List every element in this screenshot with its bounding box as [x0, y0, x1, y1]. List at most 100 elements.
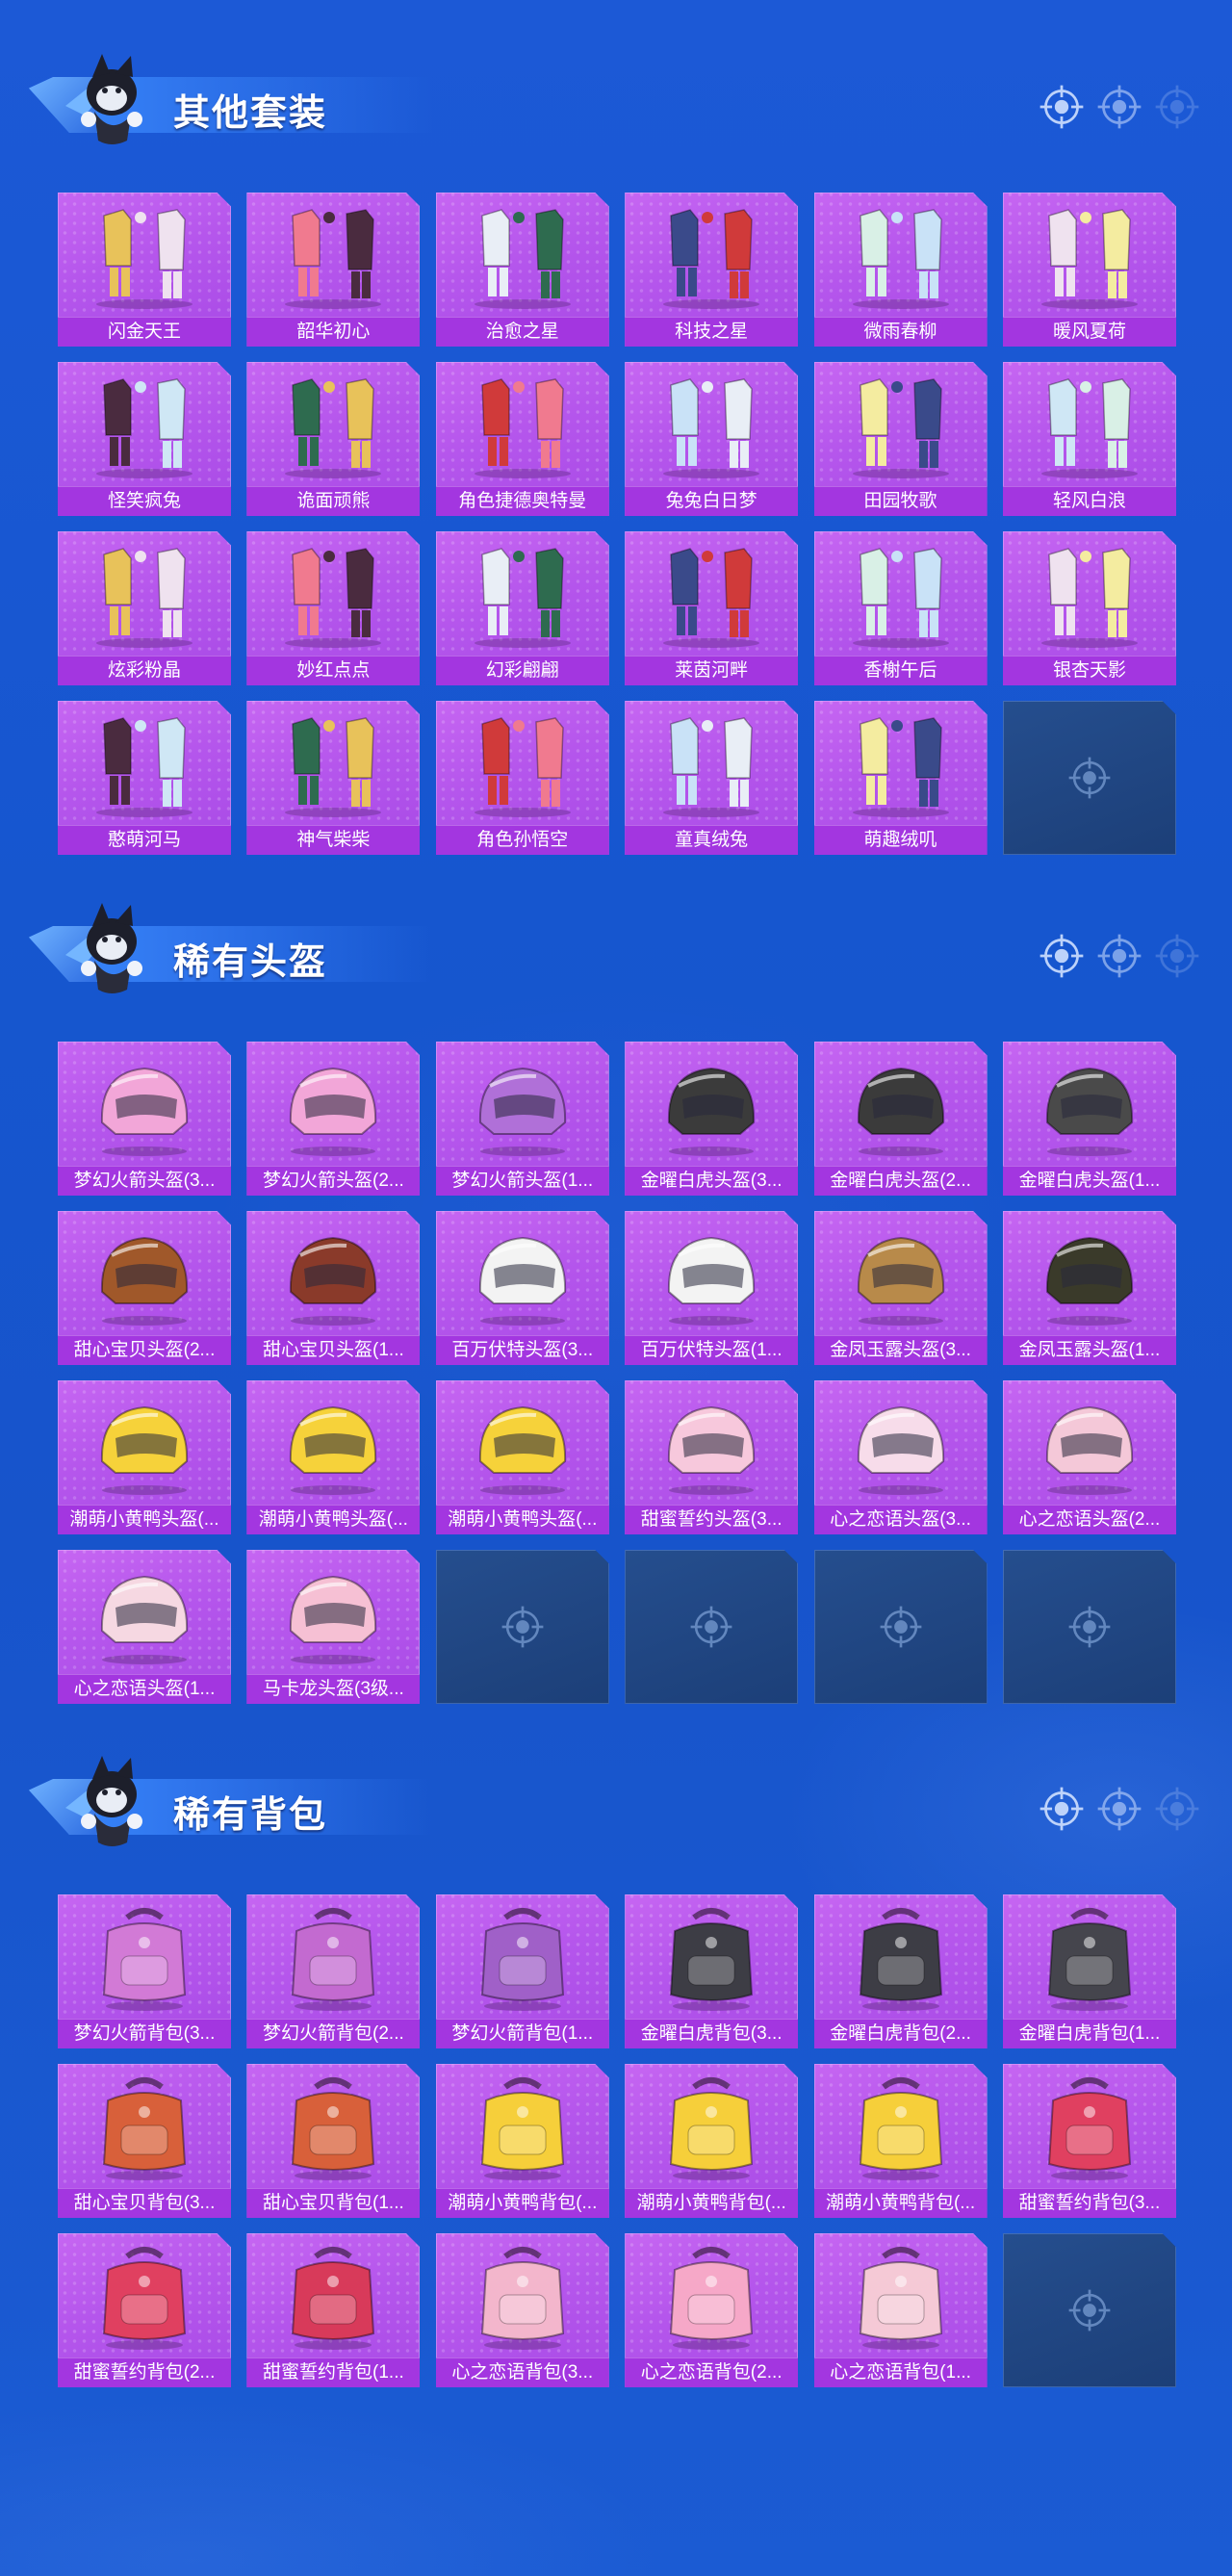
outfit-card[interactable]: 怪笑疯兔 [58, 362, 231, 516]
outfit-image [1022, 537, 1157, 651]
backpack-card[interactable]: 梦幻火箭背包(3... [58, 1894, 231, 2048]
helmet-card[interactable]: 百万伏特头盔(1... [625, 1211, 799, 1365]
helmet-card[interactable]: 潮萌小黄鸭头盔(... [435, 1380, 609, 1534]
item-name: 幻彩翩翩 [435, 656, 609, 685]
backpack-card[interactable]: 甜心宝贝背包(1... [246, 2064, 421, 2218]
helmet-image [644, 1217, 779, 1330]
backpack-card[interactable]: 潮萌小黄鸭背包(... [435, 2064, 609, 2218]
outfit-card[interactable]: 憨萌河马 [58, 701, 231, 855]
outfit-card[interactable]: 田园牧歌 [813, 362, 988, 516]
helmet-image [77, 1556, 212, 1669]
outfit-card[interactable]: 莱茵河畔 [625, 531, 799, 685]
backpack-card[interactable]: 金曜白虎背包(3... [625, 1894, 799, 2048]
backpack-card[interactable]: 梦幻火箭背包(1... [435, 1894, 609, 2048]
outfit-card[interactable]: 童真绒兔 [625, 701, 799, 855]
outfit-card[interactable]: 科技之星 [625, 193, 799, 347]
item-name: 银杏天影 [1002, 656, 1176, 685]
outfit-card[interactable]: 香榭午后 [813, 531, 988, 685]
empty-slot [1002, 1550, 1176, 1704]
backpack-card[interactable]: 潮萌小黄鸭背包(... [625, 2064, 799, 2218]
helmet-card[interactable]: 心之恋语头盔(1... [58, 1550, 231, 1704]
crosshair-icon [880, 1606, 922, 1648]
backpack-card[interactable]: 金曜白虎背包(1... [1002, 1894, 1176, 2048]
backpack-card[interactable]: 心之恋语背包(3... [435, 2233, 609, 2387]
item-name: 闪金天王 [58, 317, 231, 347]
item-name: 潮萌小黄鸭背包(... [435, 2188, 609, 2218]
outfit-card[interactable]: 萌趣绒叽 [813, 701, 988, 855]
item-name: 潮萌小黄鸭头盔(... [246, 1505, 421, 1534]
helmet-image [1022, 1386, 1157, 1500]
backpack-card[interactable]: 金曜白虎背包(2... [813, 1894, 988, 2048]
item-name: 梦幻火箭背包(2... [246, 2019, 421, 2048]
helmet-card[interactable]: 甜蜜誓约头盔(3... [625, 1380, 799, 1534]
helmet-image [834, 1047, 968, 1161]
helmet-card[interactable]: 马卡龙头盔(3级... [246, 1550, 421, 1704]
outfit-card[interactable]: 轻风白浪 [1002, 362, 1176, 516]
helmet-card[interactable]: 百万伏特头盔(3... [435, 1211, 609, 1365]
backpack-image [77, 2070, 212, 2183]
crosshair-icon [501, 1606, 544, 1648]
helmet-card[interactable]: 梦幻火箭头盔(1... [435, 1042, 609, 1196]
backpack-card[interactable]: 甜蜜誓约背包(3... [1002, 2064, 1176, 2218]
helmet-image [455, 1217, 590, 1330]
outfit-card[interactable]: 角色孙悟空 [435, 701, 609, 855]
item-name: 梦幻火箭头盔(2... [246, 1166, 421, 1196]
helmet-card[interactable]: 甜心宝贝头盔(1... [246, 1211, 421, 1365]
backpack-image [1022, 1900, 1157, 2014]
decoration-crosshair-group [1040, 934, 1203, 978]
outfit-card[interactable]: 闪金天王 [58, 193, 231, 347]
outfit-card[interactable]: 神气柴柴 [246, 701, 421, 855]
helmet-card[interactable]: 潮萌小黄鸭头盔(... [246, 1380, 421, 1534]
item-name: 金凤玉露头盔(3... [813, 1335, 988, 1365]
helmet-card[interactable]: 甜心宝贝头盔(2... [58, 1211, 231, 1365]
outfit-card[interactable]: 韶华初心 [246, 193, 421, 347]
empty-slot [625, 1550, 799, 1704]
section-title: 其他套装 [173, 91, 328, 134]
outfit-card[interactable]: 妙红点点 [246, 531, 421, 685]
backpack-card[interactable]: 甜心宝贝背包(3... [58, 2064, 231, 2218]
item-name: 甜蜜誓约头盔(3... [625, 1505, 799, 1534]
backpack-card[interactable]: 心之恋语背包(1... [813, 2233, 988, 2387]
backpack-card[interactable]: 梦幻火箭背包(2... [246, 1894, 421, 2048]
outfit-card[interactable]: 银杏天影 [1002, 531, 1176, 685]
backpack-card[interactable]: 甜蜜誓约背包(2... [58, 2233, 231, 2387]
outfit-image [77, 368, 212, 481]
helmet-card[interactable]: 金凤玉露头盔(3... [813, 1211, 988, 1365]
backpack-image [266, 2070, 400, 2183]
outfit-card[interactable]: 暖风夏荷 [1002, 193, 1176, 347]
helmet-card[interactable]: 梦幻火箭头盔(3... [58, 1042, 231, 1196]
outfit-card[interactable]: 诡面顽熊 [246, 362, 421, 516]
backpack-card[interactable]: 心之恋语背包(2... [625, 2233, 799, 2387]
item-name: 甜心宝贝背包(1... [246, 2188, 421, 2218]
helmet-card[interactable]: 金曜白虎头盔(3... [625, 1042, 799, 1196]
item-name: 莱茵河畔 [625, 656, 799, 685]
item-name: 憨萌河马 [58, 825, 231, 855]
backpack-image [644, 1900, 779, 2014]
item-name: 甜蜜誓约背包(1... [246, 2357, 421, 2387]
backpack-image [1022, 2070, 1157, 2183]
outfit-image [266, 368, 400, 481]
helmet-card[interactable]: 金曜白虎头盔(1... [1002, 1042, 1176, 1196]
decoration-crosshair-group [1040, 1787, 1203, 1831]
outfit-card[interactable]: 角色捷德奥特曼 [435, 362, 609, 516]
outfit-card[interactable]: 幻彩翩翩 [435, 531, 609, 685]
backpack-image [834, 1900, 968, 2014]
outfit-image [834, 707, 968, 820]
helmet-card[interactable]: 金凤玉露头盔(1... [1002, 1211, 1176, 1365]
crosshair-icon [690, 1606, 732, 1648]
empty-slot [435, 1550, 609, 1704]
helmet-card[interactable]: 潮萌小黄鸭头盔(... [58, 1380, 231, 1534]
backpack-card[interactable]: 甜蜜誓约背包(1... [246, 2233, 421, 2387]
helmet-card[interactable]: 心之恋语头盔(3... [813, 1380, 988, 1534]
item-grid: 梦幻火箭背包(3... 梦幻火箭背包(2... 梦幻火箭背包(1... 金曜白虎背包(… [58, 1894, 1176, 2387]
outfit-card[interactable]: 炫彩粉晶 [58, 531, 231, 685]
item-name: 潮萌小黄鸭头盔(... [435, 1505, 609, 1534]
helmet-card[interactable]: 梦幻火箭头盔(2... [246, 1042, 421, 1196]
helmet-card[interactable]: 金曜白虎头盔(2... [813, 1042, 988, 1196]
helmet-card[interactable]: 心之恋语头盔(2... [1002, 1380, 1176, 1534]
outfit-card[interactable]: 治愈之星 [435, 193, 609, 347]
item-name: 微雨春柳 [813, 317, 988, 347]
outfit-card[interactable]: 兔兔白日梦 [625, 362, 799, 516]
backpack-card[interactable]: 潮萌小黄鸭背包(... [813, 2064, 988, 2218]
outfit-card[interactable]: 微雨春柳 [813, 193, 988, 347]
